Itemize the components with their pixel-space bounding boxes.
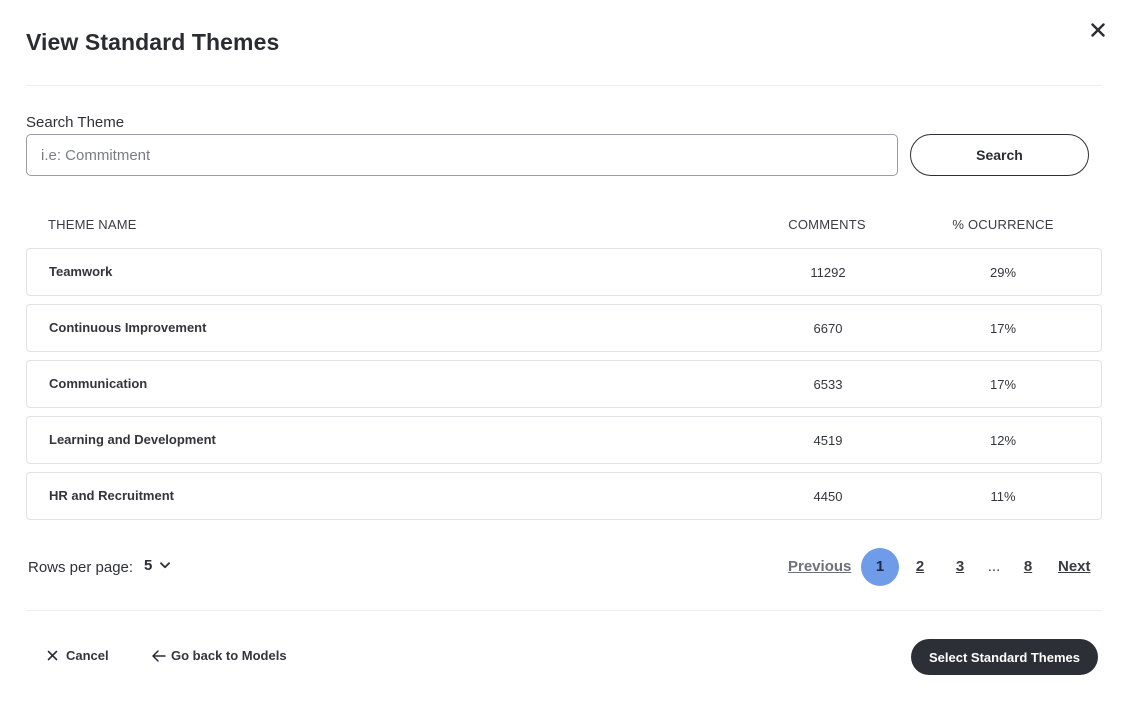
rows-per-page-label: Rows per page: [28, 559, 134, 576]
theme-occurrence: 29% [989, 265, 1017, 280]
header-theme-name: THEME NAME [48, 217, 137, 232]
theme-comments: 6670 [813, 321, 843, 336]
cancel-label: Cancel [66, 648, 109, 663]
chevron-down-icon [160, 562, 171, 569]
header-occurrence: % OCURRENCE [952, 217, 1054, 232]
header-comments: COMMENTS [788, 217, 866, 232]
rows-per-page-select[interactable]: 5 [144, 557, 171, 574]
theme-comments: 6533 [813, 377, 843, 392]
go-back-to-models-link[interactable]: Go back to Models [152, 648, 287, 663]
search-input[interactable] [26, 134, 898, 176]
rows-per-page-value: 5 [144, 557, 153, 574]
table-row[interactable]: Teamwork 11292 29% [26, 248, 1102, 296]
table-row[interactable]: HR and Recruitment 4450 11% [26, 472, 1102, 520]
theme-name: HR and Recruitment [49, 488, 174, 503]
theme-comments: 4519 [813, 433, 843, 448]
close-button[interactable] [1087, 19, 1109, 41]
modal-title: View Standard Themes [26, 29, 280, 55]
select-standard-themes-button[interactable]: Select Standard Themes [911, 639, 1098, 675]
close-icon [47, 650, 58, 661]
page-3-link[interactable]: 3 [952, 548, 968, 586]
page-1-button[interactable]: 1 [861, 548, 899, 586]
theme-occurrence: 11% [990, 489, 1016, 504]
footer-divider [26, 610, 1102, 611]
theme-name: Learning and Development [49, 432, 216, 447]
next-page-link[interactable]: Next [1058, 548, 1091, 586]
page-2-link[interactable]: 2 [912, 548, 928, 586]
theme-comments: 11292 [810, 265, 846, 280]
search-button[interactable]: Search [910, 134, 1089, 176]
theme-comments: 4450 [813, 489, 843, 504]
theme-occurrence: 17% [989, 321, 1017, 336]
table-row[interactable]: Learning and Development 4519 12% [26, 416, 1102, 464]
table-row[interactable]: Communication 6533 17% [26, 360, 1102, 408]
theme-name: Communication [49, 376, 148, 391]
arrow-left-icon [152, 649, 166, 662]
search-label: Search Theme [26, 114, 125, 131]
theme-name: Continuous Improvement [49, 320, 207, 335]
theme-name: Teamwork [49, 264, 113, 279]
go-back-label: Go back to Models [171, 648, 287, 663]
close-icon [1091, 23, 1105, 37]
theme-occurrence: 12% [989, 433, 1017, 448]
page-8-link[interactable]: 8 [1020, 548, 1036, 586]
table-row[interactable]: Continuous Improvement 6670 17% [26, 304, 1102, 352]
header-divider [26, 85, 1102, 86]
pagination-ellipsis: ... [987, 558, 1001, 575]
themes-table: Teamwork 11292 29% Continuous Improvemen… [26, 248, 1102, 528]
previous-page-link[interactable]: Previous [788, 548, 851, 586]
theme-occurrence: 17% [989, 377, 1017, 392]
cancel-button[interactable]: Cancel [47, 648, 109, 663]
